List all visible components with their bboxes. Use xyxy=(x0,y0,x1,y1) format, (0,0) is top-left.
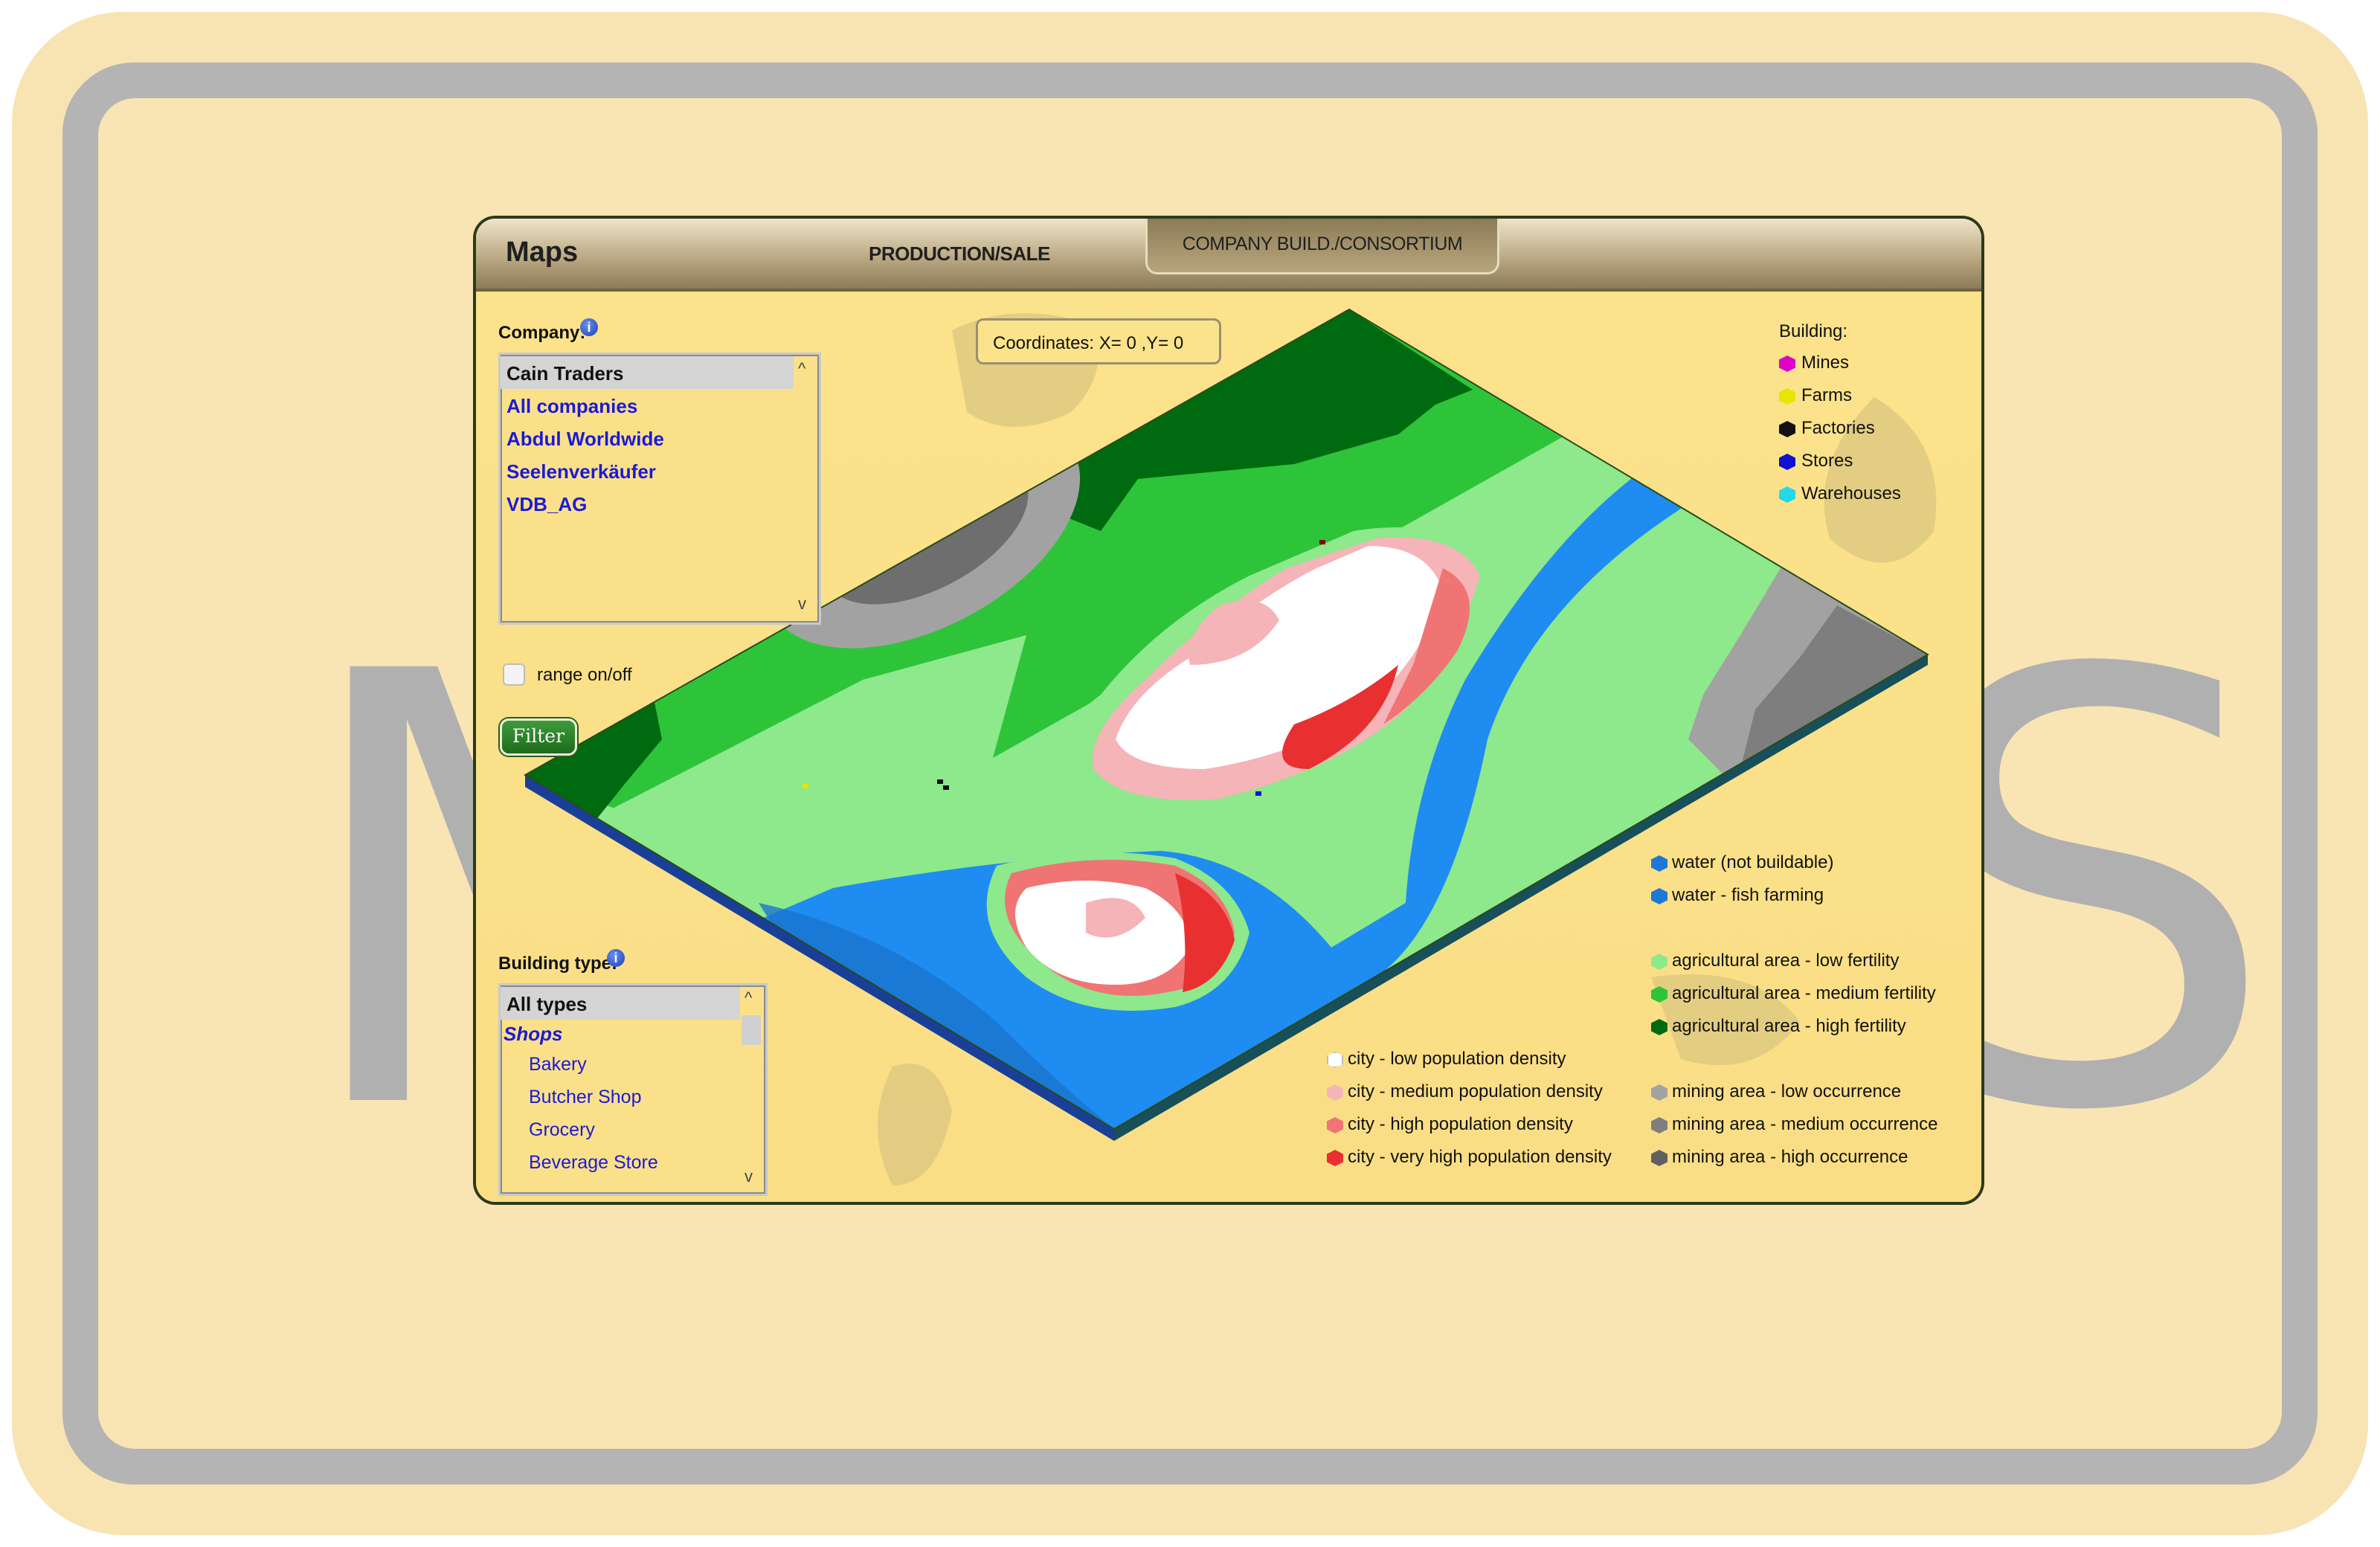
legend-city-high: city - high population density xyxy=(1348,1114,1573,1134)
building-type-scroll-down-icon[interactable]: v xyxy=(744,1167,753,1186)
legend-water-fish-farming: water - fish farming xyxy=(1672,885,1824,905)
legend-agri-medium: agricultural area - medium fertility xyxy=(1672,983,1936,1003)
company-item-cain-traders[interactable]: Cain Traders xyxy=(506,362,624,385)
building-type-scroll-thumb[interactable] xyxy=(742,1015,761,1045)
company-label: Company: xyxy=(498,323,586,343)
building-type-butcher-shop[interactable]: Butcher Shop xyxy=(529,1087,642,1108)
building-legend-title: Building: xyxy=(1779,321,1848,341)
legend-factories: Factories xyxy=(1801,418,1875,438)
legend-warehouses: Warehouses xyxy=(1801,483,1901,504)
building-type-listbox[interactable]: All types Shops Bakery Butcher Shop Groc… xyxy=(498,983,768,1196)
filter-button[interactable]: Filter xyxy=(500,718,577,756)
company-item-abdul-worldwide[interactable]: Abdul Worldwide xyxy=(506,428,664,451)
company-item-seelenverkaufer[interactable]: Seelenverkäufer xyxy=(506,460,656,483)
legend-city-very-high: city - very high population density xyxy=(1348,1147,1612,1167)
company-scroll-up-icon[interactable]: ^ xyxy=(798,359,805,379)
range-label: range on/off xyxy=(537,665,632,685)
legend-mines: Mines xyxy=(1801,353,1850,373)
legend-water-not-buildable: water (not buildable) xyxy=(1672,852,1834,872)
window-title: Maps xyxy=(506,237,579,268)
window-titlebar: Maps PRODUCTION/SALE COMPANY BUILD./CONS… xyxy=(476,219,1981,292)
tab-company-build-consortium[interactable]: COMPANY BUILD./CONSORTIUM xyxy=(1145,219,1499,274)
legend-mining-high: mining area - high occurrence xyxy=(1672,1147,1908,1167)
building-type-label: Building type: xyxy=(498,953,617,974)
legend-agri-high: agricultural area - high fertility xyxy=(1672,1016,1906,1036)
company-item-vdb-ag[interactable]: VDB_AG xyxy=(506,493,587,516)
company-info-icon[interactable]: i xyxy=(580,318,598,336)
range-checkbox[interactable] xyxy=(503,663,525,686)
legend-agri-low: agricultural area - low fertility xyxy=(1672,951,1900,971)
legend-mining-low: mining area - low occurrence xyxy=(1672,1081,1902,1101)
building-type-bakery[interactable]: Bakery xyxy=(529,1054,587,1075)
building-type-group-shops[interactable]: Shops xyxy=(504,1023,562,1046)
company-listbox[interactable]: Cain Traders All companies Abdul Worldwi… xyxy=(498,353,821,625)
coordinates-display: Coordinates: X= 0 ,Y= 0 xyxy=(976,318,1221,364)
company-item-all-companies[interactable]: All companies xyxy=(506,395,637,418)
building-type-scroll-up-icon[interactable]: ^ xyxy=(744,988,752,1008)
building-type-grocery[interactable]: Grocery xyxy=(529,1119,595,1141)
tab-production-sale[interactable]: PRODUCTION/SALE xyxy=(869,242,1050,266)
maps-window: Maps PRODUCTION/SALE COMPANY BUILD./CONS… xyxy=(476,219,1981,1202)
legend-stores: Stores xyxy=(1801,451,1853,471)
company-scroll-down-icon[interactable]: v xyxy=(798,594,806,614)
legend-mining-medium: mining area - medium occurrence xyxy=(1672,1114,1938,1134)
legend-city-low: city - low population density xyxy=(1348,1049,1566,1069)
legend-farms: Farms xyxy=(1801,385,1852,405)
building-type-beverage-store[interactable]: Beverage Store xyxy=(529,1152,658,1174)
legend-city-medium: city - medium population density xyxy=(1348,1081,1603,1101)
building-type-info-icon[interactable]: i xyxy=(607,949,625,967)
building-type-all-types[interactable]: All types xyxy=(506,993,587,1016)
